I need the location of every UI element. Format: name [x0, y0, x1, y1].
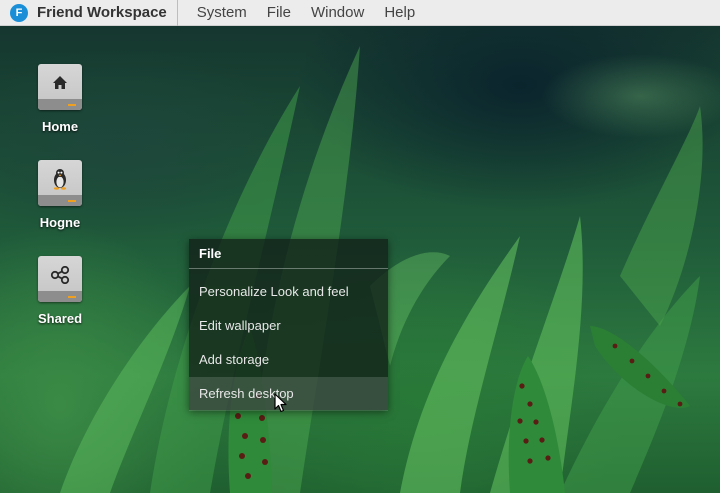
drive-icon: [38, 64, 82, 110]
menu-help[interactable]: Help: [374, 0, 425, 26]
menu-file[interactable]: File: [257, 0, 301, 26]
tux-icon: [38, 168, 82, 190]
top-menubar: F Friend Workspace System File Window He…: [0, 0, 720, 26]
drive-icon: [38, 256, 82, 302]
friend-logo-icon[interactable]: F: [10, 3, 28, 22]
menu-item-add-storage[interactable]: Add storage: [189, 343, 388, 377]
desktop-icon-label: Shared: [37, 311, 83, 326]
desktop-icon-label: Home: [41, 119, 79, 134]
menu-item-personalize[interactable]: Personalize Look and feel: [189, 275, 388, 309]
mouse-cursor-icon: [274, 393, 288, 417]
context-menu-title: File: [189, 239, 388, 269]
menu-system[interactable]: System: [187, 0, 257, 26]
desktop-context-menu: File Personalize Look and feel Edit wall…: [189, 239, 388, 411]
app-title[interactable]: Friend Workspace: [37, 0, 178, 26]
drive-led: [68, 296, 76, 298]
home-icon: [38, 72, 82, 94]
desktop-icon-home[interactable]: Home: [20, 64, 100, 134]
drive-led: [68, 104, 76, 106]
desktop-icon-shared[interactable]: Shared: [20, 256, 100, 326]
share-icon: [38, 264, 82, 286]
menu-window[interactable]: Window: [301, 0, 374, 26]
drive-led: [68, 200, 76, 202]
desktop-icon-hogne[interactable]: Hogne: [20, 160, 100, 230]
menu-item-refresh-desktop[interactable]: Refresh desktop: [189, 377, 388, 411]
menu-item-edit-wallpaper[interactable]: Edit wallpaper: [189, 309, 388, 343]
drive-icon: [38, 160, 82, 206]
desktop-icon-label: Hogne: [39, 215, 81, 230]
